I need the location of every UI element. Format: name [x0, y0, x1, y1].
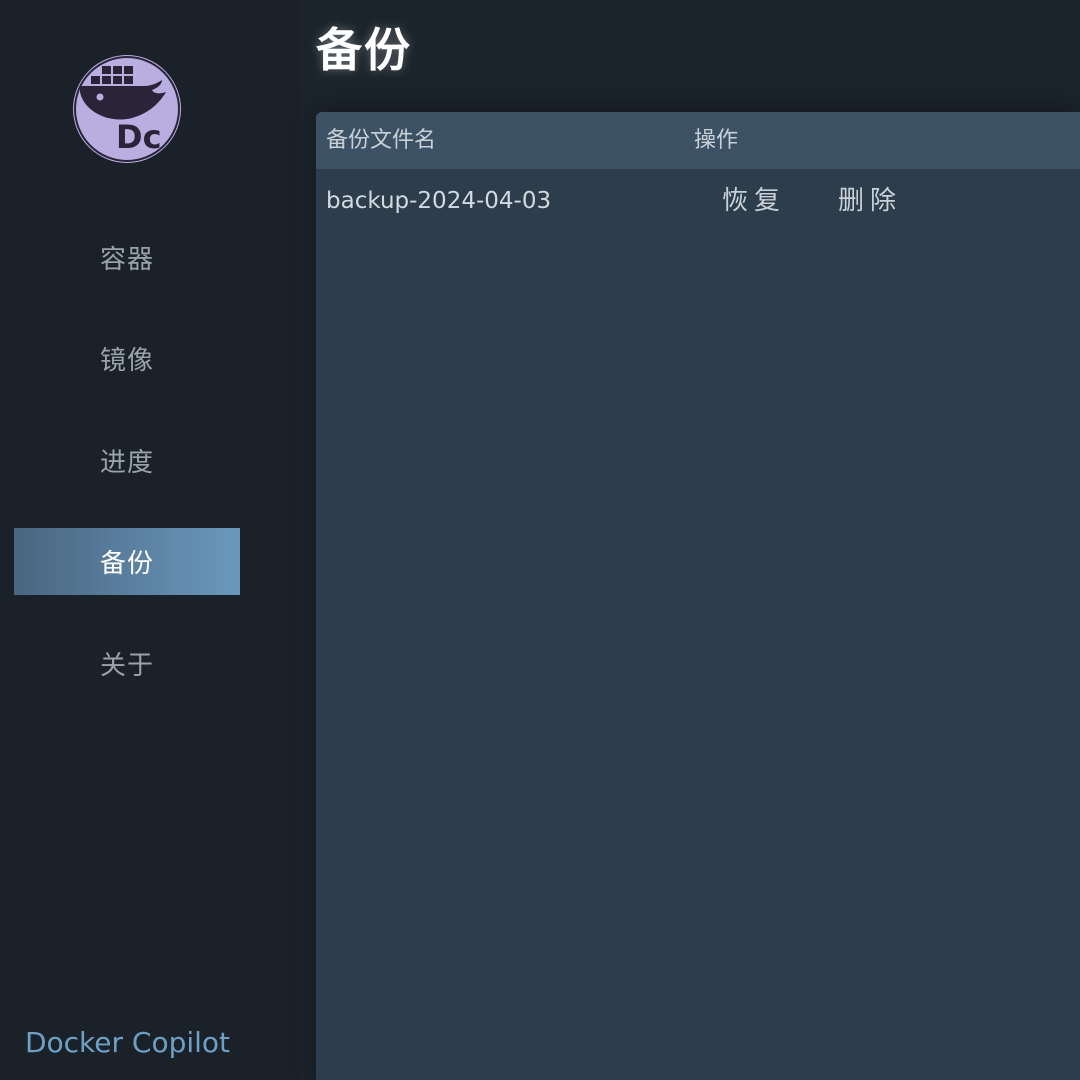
- delete-button[interactable]: 删除: [838, 172, 902, 230]
- table-row: backup-2024-04-03 恢复 删除: [316, 172, 1080, 230]
- brand-name: Docker Copilot: [24, 1026, 231, 1059]
- docker-copilot-logo: Dc: [70, 52, 184, 166]
- app-window: Dc 容器 镜像 进度 备份 关于 Docker Copilot 备份 备份文件…: [0, 0, 1080, 1080]
- sidebar-item-about[interactable]: 关于: [14, 630, 240, 697]
- column-header-filename: 备份文件名: [326, 128, 437, 153]
- backup-table: 备份文件名 操作 backup-2024-04-03 恢复 删除: [316, 112, 1080, 1080]
- sidebar-item-progress[interactable]: 进度: [14, 427, 240, 494]
- sidebar-item-label: 容器: [99, 245, 154, 275]
- column-header-actions: 操作: [694, 128, 739, 153]
- logo-text: Dc: [116, 118, 162, 156]
- sidebar-item-images[interactable]: 镜像: [14, 325, 240, 392]
- sidebar-item-label: 关于: [99, 651, 154, 681]
- backup-filename: backup-2024-04-03: [326, 188, 552, 214]
- sidebar-item-backup[interactable]: 备份: [14, 528, 240, 595]
- sidebar: Dc 容器 镜像 进度 备份 关于 Docker Copilot: [0, 0, 300, 1080]
- sidebar-item-label: 备份: [99, 549, 154, 579]
- sidebar-item-label: 进度: [99, 448, 154, 478]
- sidebar-item-label: 镜像: [99, 346, 154, 376]
- table-header: 备份文件名 操作: [316, 112, 1080, 169]
- restore-button[interactable]: 恢复: [722, 172, 786, 230]
- sidebar-item-containers[interactable]: 容器: [14, 224, 240, 291]
- page-title: 备份: [316, 23, 412, 77]
